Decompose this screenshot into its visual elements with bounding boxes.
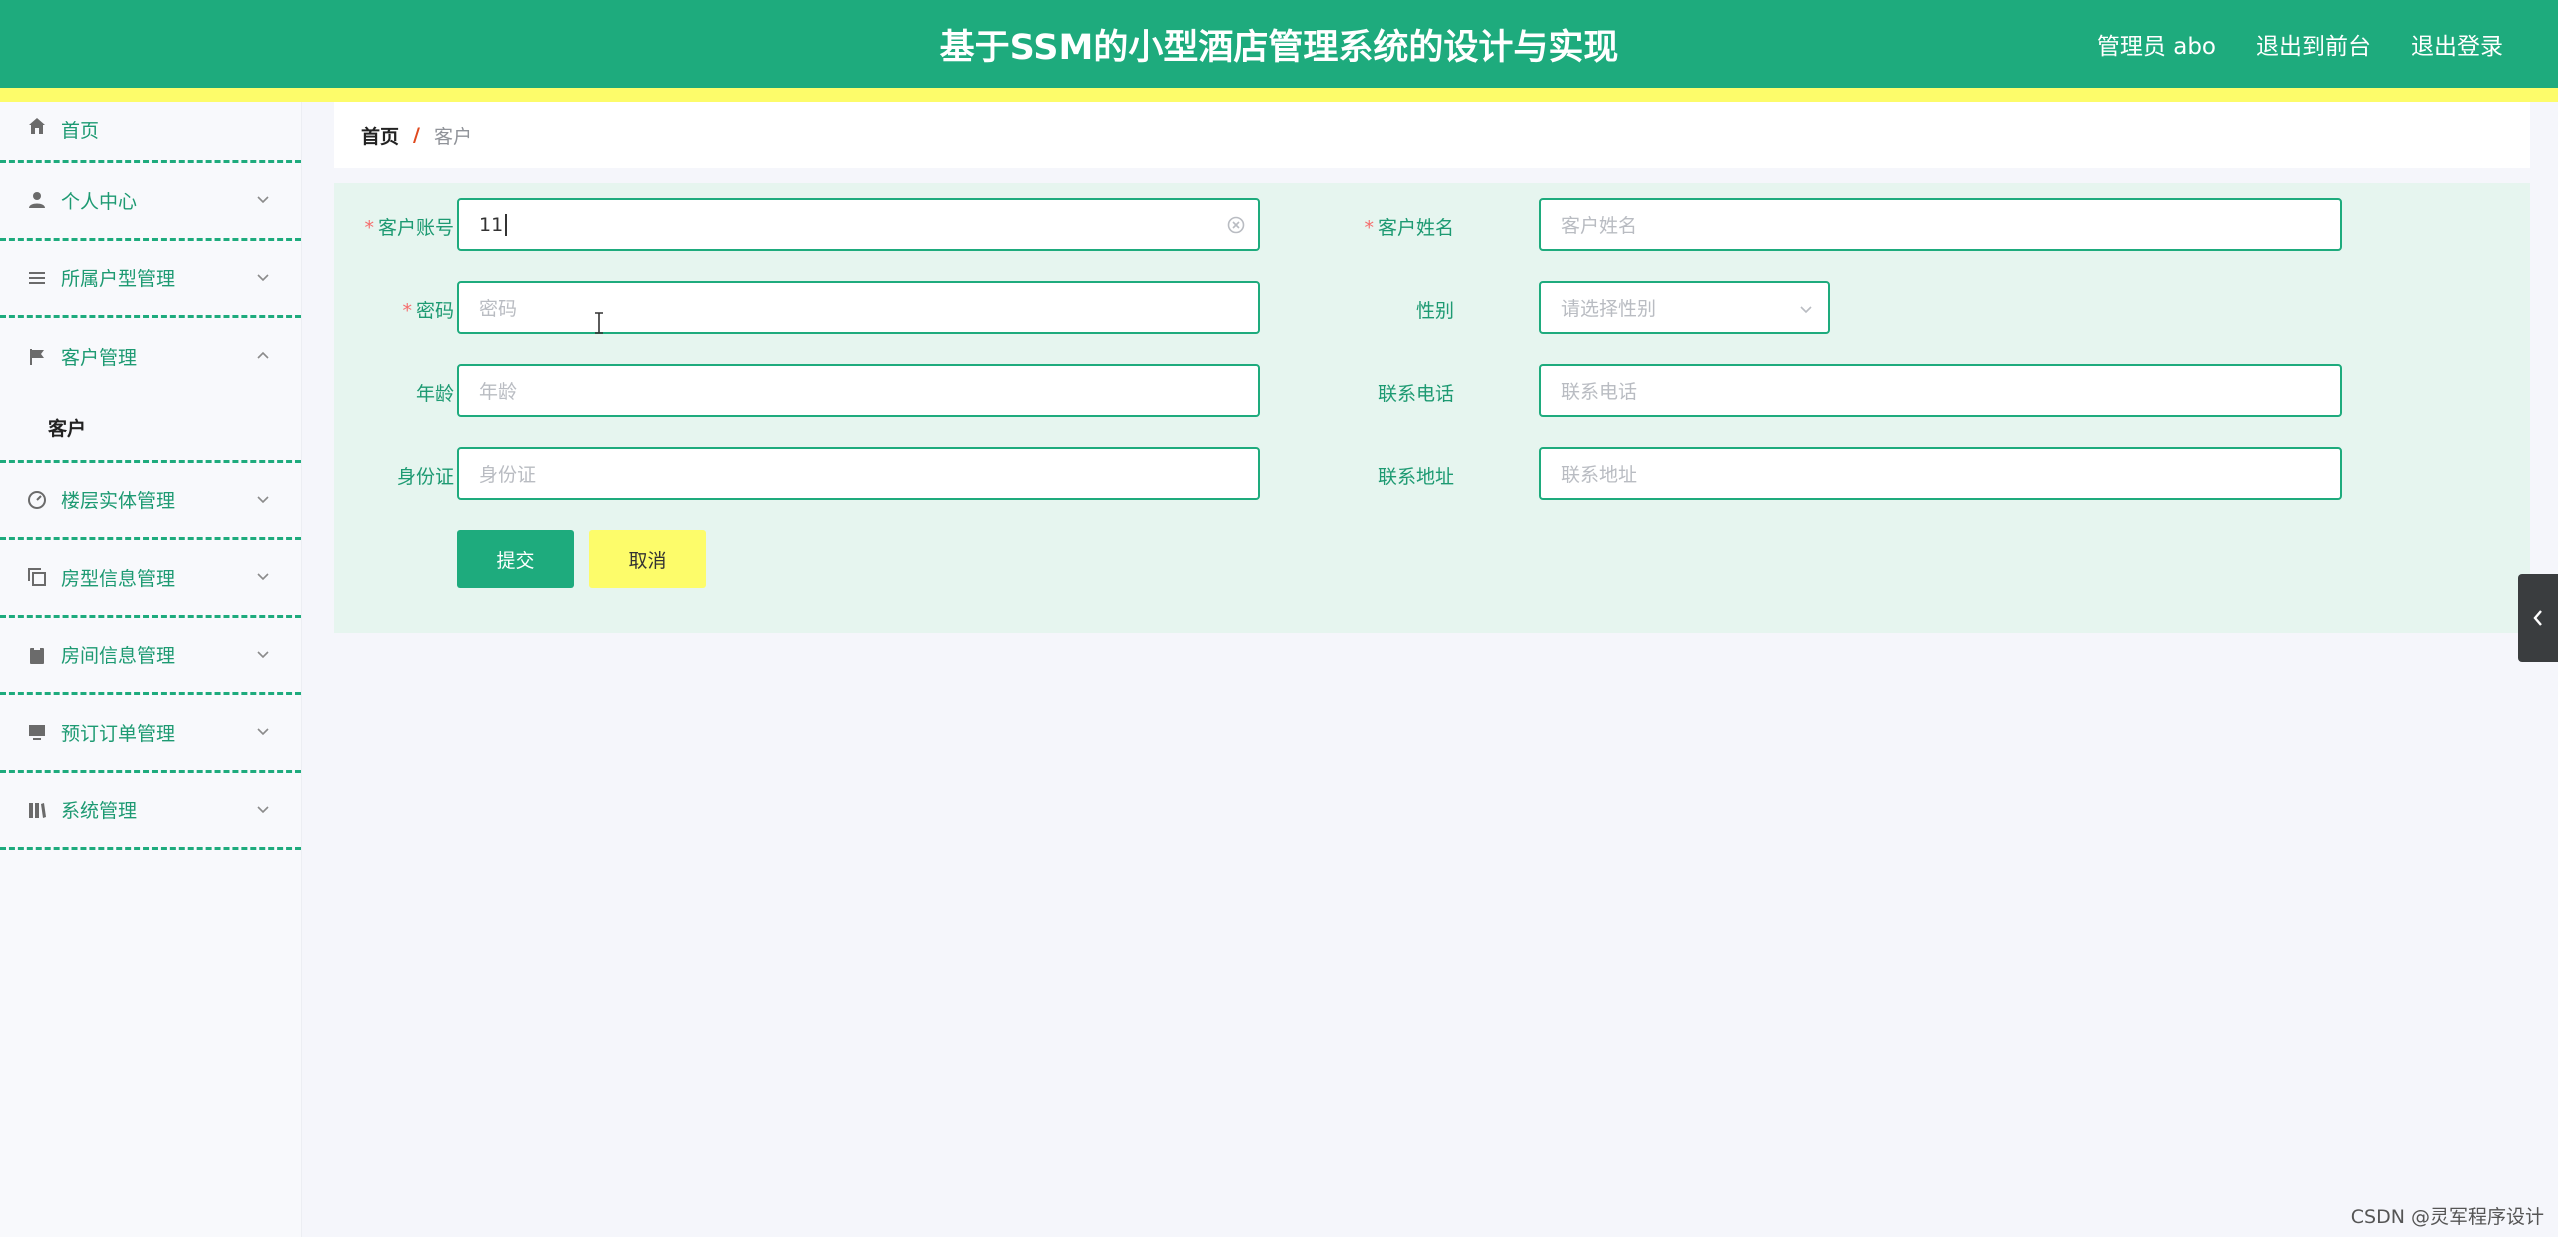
password-label: * 密码 bbox=[402, 300, 454, 322]
home-icon bbox=[27, 116, 47, 136]
app-title: 基于SSM的小型酒店管理系统的设计与实现 bbox=[939, 27, 1619, 68]
customer-form: * 客户账号 11 * 客户姓名 客户姓名 * 密码 密码 性别 请选择性别 年龄 年… bbox=[334, 183, 2530, 633]
header-links: 管理员 abo 退出到前台 退出登录 bbox=[2097, 0, 2503, 88]
sidebar-item-label: 房型信息管理 bbox=[61, 567, 176, 590]
phone-input[interactable]: 联系电话 bbox=[1539, 364, 2342, 417]
clipboard-icon bbox=[27, 645, 47, 665]
breadcrumb: 首页 / 客户 bbox=[334, 102, 2530, 168]
age-input[interactable]: 年龄 bbox=[457, 364, 1260, 417]
sidebar-item-label: 预订订单管理 bbox=[61, 722, 176, 745]
phone-placeholder: 联系电话 bbox=[1561, 381, 1638, 403]
chevron-down-icon bbox=[255, 268, 271, 284]
name-label: * 客户姓名 bbox=[1364, 217, 1454, 239]
chevron-down-icon bbox=[255, 190, 271, 206]
account-label: * 客户账号 bbox=[364, 217, 454, 239]
chevron-down-icon bbox=[255, 722, 271, 738]
person-icon bbox=[27, 190, 47, 210]
address-input[interactable]: 联系地址 bbox=[1539, 447, 2342, 500]
sidebar-item-system-management[interactable]: 系统管理 bbox=[0, 773, 301, 850]
chevron-down-icon bbox=[255, 490, 271, 506]
logout-link[interactable]: 退出登录 bbox=[2411, 27, 2503, 61]
required-mark: * bbox=[402, 300, 412, 322]
breadcrumb-current: 客户 bbox=[433, 125, 472, 148]
sidebar-menu: 首页 个人中心 所属户型管理 客户管理 客户 楼层实体管理 房型信息管理 房间信… bbox=[0, 102, 302, 1237]
sidebar-item-label: 楼层实体管理 bbox=[61, 490, 176, 513]
cancel-button[interactable]: 取消 bbox=[589, 530, 706, 588]
list-icon bbox=[27, 268, 47, 288]
sidebar-item-room-info[interactable]: 房间信息管理 bbox=[0, 618, 301, 695]
sidebar-item-customer-management[interactable]: 客户管理 bbox=[0, 318, 301, 396]
address-label: 联系地址 bbox=[1377, 466, 1454, 488]
idcard-placeholder: 身份证 bbox=[479, 464, 537, 486]
top-header: 基于SSM的小型酒店管理系统的设计与实现 管理员 abo 退出到前台 退出登录 bbox=[0, 0, 2558, 88]
required-mark: * bbox=[1364, 217, 1374, 239]
ibeam-cursor-icon bbox=[592, 311, 606, 335]
account-input[interactable]: 11 bbox=[457, 198, 1260, 251]
name-placeholder: 客户姓名 bbox=[1561, 215, 1638, 237]
sidebar-item-booking-orders[interactable]: 预订订单管理 bbox=[0, 695, 301, 773]
age-label: 年龄 bbox=[415, 383, 454, 405]
sidebar-item-label: 系统管理 bbox=[61, 800, 138, 823]
chevron-down-icon bbox=[255, 567, 271, 583]
sidebar-item-floor-management[interactable]: 楼层实体管理 bbox=[0, 463, 301, 540]
chevron-left-icon bbox=[2533, 610, 2542, 626]
sidebar-item-label: 客户管理 bbox=[61, 347, 138, 370]
clear-icon[interactable] bbox=[1226, 215, 1246, 235]
sidebar-item-label: 所属户型管理 bbox=[61, 268, 176, 291]
sidebar-item-room-type-owner[interactable]: 所属户型管理 bbox=[0, 241, 301, 318]
copy-icon bbox=[27, 567, 47, 587]
account-value: 11 bbox=[479, 213, 504, 236]
breadcrumb-separator: / bbox=[413, 124, 420, 146]
chevron-up-icon bbox=[255, 347, 271, 363]
exit-to-front-link[interactable]: 退出到前台 bbox=[2256, 27, 2371, 61]
idcard-label: 身份证 bbox=[396, 466, 454, 488]
idcard-input[interactable]: 身份证 bbox=[457, 447, 1260, 500]
gender-placeholder: 请选择性别 bbox=[1561, 298, 1657, 320]
age-placeholder: 年龄 bbox=[479, 381, 518, 403]
collapse-panel-tab[interactable] bbox=[2518, 574, 2558, 662]
name-input[interactable]: 客户姓名 bbox=[1539, 198, 2342, 251]
sidebar-subitem-customer[interactable]: 客户 bbox=[0, 396, 301, 463]
required-mark: * bbox=[364, 217, 374, 239]
address-placeholder: 联系地址 bbox=[1561, 464, 1638, 486]
dashboard-icon bbox=[27, 490, 47, 510]
sidebar-item-home[interactable]: 首页 bbox=[0, 102, 301, 163]
library-icon bbox=[27, 800, 47, 820]
submit-button[interactable]: 提交 bbox=[457, 530, 574, 588]
sidebar-item-room-type-info[interactable]: 房型信息管理 bbox=[0, 540, 301, 618]
sidebar-item-personal-center[interactable]: 个人中心 bbox=[0, 163, 301, 241]
chevron-down-icon bbox=[1798, 300, 1814, 316]
phone-label: 联系电话 bbox=[1377, 383, 1454, 405]
gender-label: 性别 bbox=[1415, 300, 1454, 322]
monitor-icon bbox=[27, 722, 47, 742]
chevron-down-icon bbox=[255, 800, 271, 816]
gender-select[interactable]: 请选择性别 bbox=[1539, 281, 1830, 334]
current-user: 管理员 abo bbox=[2096, 34, 2216, 60]
header-accent-strip bbox=[0, 88, 2558, 102]
sidebar-item-label: 首页 bbox=[61, 120, 100, 142]
sidebar-item-label: 房间信息管理 bbox=[61, 645, 176, 668]
password-placeholder: 密码 bbox=[479, 298, 518, 320]
flag-icon bbox=[27, 347, 47, 367]
text-caret bbox=[505, 213, 508, 236]
watermark: CSDN @灵军程序设计 bbox=[2350, 1206, 2544, 1228]
breadcrumb-home[interactable]: 首页 bbox=[361, 122, 399, 149]
password-input[interactable]: 密码 bbox=[457, 281, 1260, 334]
sidebar-item-label: 个人中心 bbox=[61, 190, 138, 213]
chevron-down-icon bbox=[255, 645, 271, 661]
